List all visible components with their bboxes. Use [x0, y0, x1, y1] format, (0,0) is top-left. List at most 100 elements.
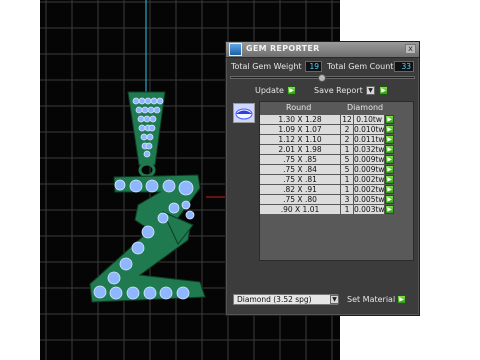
save-report-button[interactable]: ▶ — [379, 86, 388, 95]
gem-stone — [149, 115, 157, 123]
gem-stone — [114, 179, 126, 191]
row-count-cell[interactable]: 5 — [341, 165, 353, 174]
gem-stone — [132, 97, 140, 105]
gem-stone — [146, 133, 154, 141]
row-select-button[interactable]: ▶ — [385, 125, 394, 134]
row-select-button[interactable]: ▶ — [385, 205, 394, 214]
row-size-cell[interactable]: .75 X .85 — [260, 155, 340, 164]
row-count-cell[interactable]: 3 — [341, 195, 353, 204]
gem-stone — [150, 97, 158, 105]
row-size-cell[interactable]: .75 X .84 — [260, 165, 340, 174]
set-material-label: Set Material — [347, 295, 396, 304]
row-weight-cell[interactable]: 0.032tw — [354, 145, 385, 154]
row-select-button[interactable]: ▶ — [385, 195, 394, 204]
gem-stone — [138, 97, 146, 105]
gem-stone — [129, 179, 143, 193]
gem-stone — [143, 115, 151, 123]
row-size-cell[interactable]: .82 X .91 — [260, 185, 340, 194]
gem-stone — [168, 202, 180, 214]
material-dropdown-arrow[interactable]: ▼ — [330, 295, 339, 304]
gem-stone — [144, 97, 152, 105]
gem-stone — [181, 200, 191, 210]
row-size-cell[interactable]: 2.01 X 1.98 — [260, 145, 340, 154]
gem-stone — [147, 106, 155, 114]
row-weight-cell[interactable]: 0.003tw — [354, 205, 385, 214]
row-count-cell[interactable]: 2 — [341, 135, 353, 144]
row-weight-cell[interactable]: 0.002tw — [354, 175, 385, 184]
row-count-cell[interactable]: 1 — [341, 145, 353, 154]
row-count-cell[interactable]: 12 — [341, 115, 353, 124]
row-size-cell[interactable]: 1.09 X 1.07 — [260, 125, 340, 134]
gem-stone — [159, 286, 173, 300]
row-size-cell[interactable]: 1.30 X 1.28 — [260, 115, 340, 124]
gem-reporter-panel: GEM REPORTER x Total Gem Weight 19 Total… — [225, 41, 420, 316]
gem-stone — [126, 286, 140, 300]
gem-reporter-icon — [229, 43, 242, 56]
row-select-button[interactable]: ▶ — [385, 155, 394, 164]
gem-stone — [156, 97, 164, 105]
save-report-label: Save Report — [314, 86, 363, 95]
gem-stone — [131, 241, 145, 255]
gem-stone — [148, 124, 156, 132]
gem-stone — [137, 115, 145, 123]
row-weight-cell[interactable]: 0.002tw — [354, 185, 385, 194]
row-count-cell[interactable]: 1 — [341, 185, 353, 194]
row-weight-cell[interactable]: 0.10tw — [354, 115, 384, 124]
row-count-cell[interactable]: 5 — [341, 155, 353, 164]
save-report-dropdown[interactable]: ▼ — [366, 86, 375, 95]
gem-stone — [141, 106, 149, 114]
gem-stone — [143, 286, 157, 300]
row-weight-cell[interactable]: 0.009tw — [354, 165, 385, 174]
row-size-cell[interactable]: .90 X 1.01 — [260, 205, 340, 214]
gem-stone — [162, 179, 176, 193]
row-select-button[interactable]: ▶ — [385, 135, 394, 144]
gem-stone — [145, 142, 153, 150]
row-count-cell[interactable]: 1 — [341, 205, 353, 214]
material-select[interactable]: Diamond (3.52 spg) — [233, 294, 338, 305]
row-size-cell[interactable]: .75 X .81 — [260, 175, 340, 184]
row-select-button[interactable]: ▶ — [385, 175, 394, 184]
round-gem-icon — [235, 108, 253, 120]
row-weight-cell[interactable]: 0.011tw — [354, 135, 385, 144]
total-weight-field[interactable]: 19 — [305, 61, 322, 72]
total-count-label: Total Gem Count — [327, 62, 394, 71]
shape-column-header: Round — [286, 103, 312, 112]
gem-stone — [178, 180, 194, 196]
gem-stone — [93, 285, 107, 299]
total-count-field[interactable]: 33 — [394, 61, 414, 72]
material-column-header: Diamond — [347, 103, 384, 112]
gem-stone — [157, 212, 169, 224]
gem-stone — [140, 133, 148, 141]
row-select-button[interactable]: ▶ — [385, 185, 394, 194]
gem-stone — [107, 271, 121, 285]
row-count-cell[interactable]: 1 — [341, 175, 353, 184]
row-count-cell[interactable]: 2 — [341, 125, 353, 134]
gem-stone — [185, 210, 195, 220]
close-button[interactable]: x — [405, 44, 416, 54]
total-weight-label: Total Gem Weight — [231, 62, 302, 71]
panel-title: GEM REPORTER — [246, 44, 320, 53]
row-weight-cell[interactable]: 0.009tw — [354, 155, 385, 164]
gem-stone — [141, 225, 155, 239]
row-weight-cell[interactable]: 0.005tw — [354, 195, 385, 204]
set-material-button[interactable]: ▶ — [397, 295, 406, 304]
update-button[interactable]: ▶ — [287, 86, 296, 95]
gem-stone — [138, 124, 146, 132]
gem-stone — [135, 106, 143, 114]
gem-stone — [145, 179, 159, 193]
row-weight-cell[interactable]: 0.010tw — [354, 125, 385, 134]
jump-ring — [138, 162, 156, 178]
gem-stone — [119, 257, 133, 271]
slider-handle[interactable] — [318, 74, 326, 82]
update-label: Update — [255, 86, 284, 95]
row-select-button[interactable]: ▶ — [385, 115, 394, 124]
row-select-button[interactable]: ▶ — [385, 145, 394, 154]
gem-stone — [176, 286, 190, 300]
row-size-cell[interactable]: 1.12 X 1.10 — [260, 135, 340, 144]
gem-thumbnail[interactable] — [233, 103, 255, 123]
gem-stone — [109, 286, 123, 300]
gem-stone — [153, 106, 161, 114]
row-select-button[interactable]: ▶ — [385, 165, 394, 174]
row-size-cell[interactable]: .75 X .80 — [260, 195, 340, 204]
title-bar[interactable]: GEM REPORTER x — [226, 42, 419, 58]
